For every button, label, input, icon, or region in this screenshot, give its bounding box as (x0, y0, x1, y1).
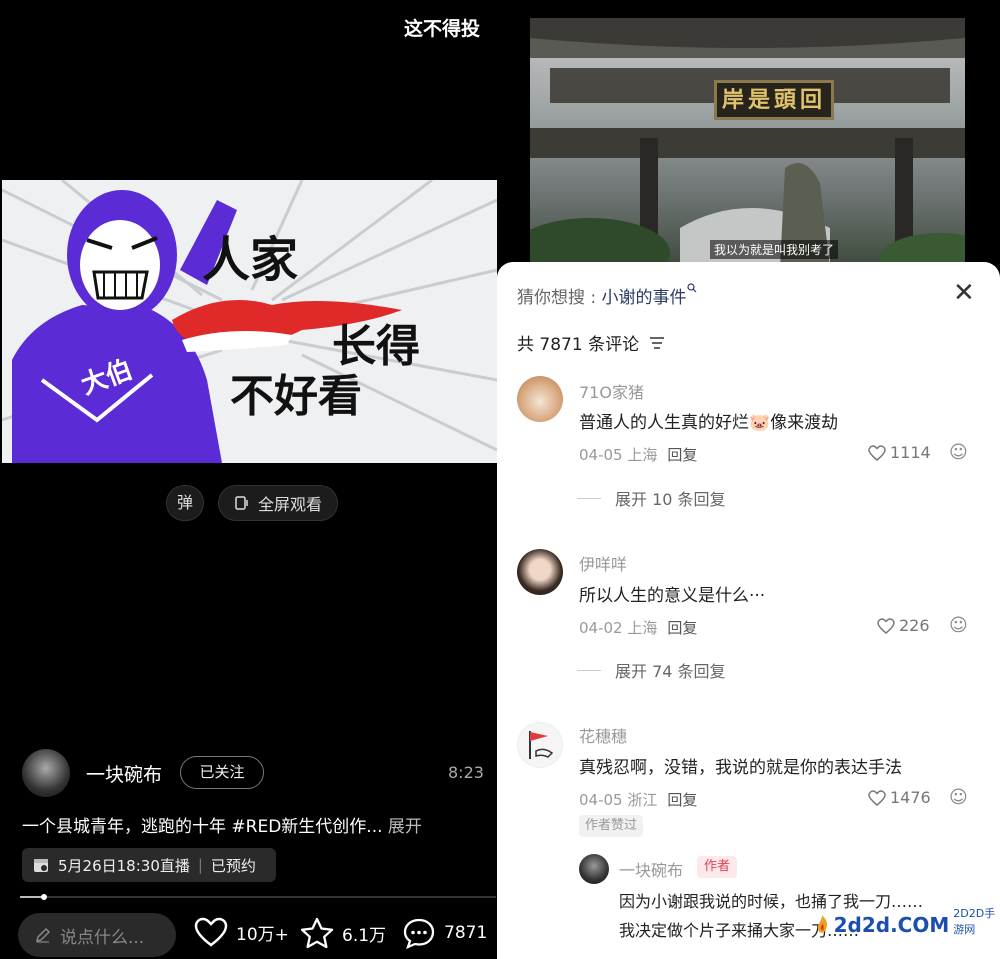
comment-meta: 04-05 上海 回复 (579, 444, 697, 465)
reply-button[interactable]: 回复 (667, 446, 697, 464)
meme-text-line1: 人家 (202, 232, 299, 288)
author-avatar[interactable] (22, 749, 70, 797)
comments-screen: 岸是頭回 我以为就是叫我别考了 猜你想搜 : 小谢的事件 ✕ 共 7871 条评… (497, 0, 1000, 959)
follow-button[interactable]: 已关注 (180, 756, 264, 789)
fullscreen-icon (235, 496, 248, 510)
author-tag: 作者 (697, 856, 738, 878)
calendar-icon (34, 859, 48, 872)
comment-input[interactable]: 说点什么... (18, 913, 176, 957)
video-frame[interactable]: 大伯 人家 长得 不好看 (2, 180, 497, 463)
progress-handle[interactable] (40, 894, 47, 900)
comments-panel: 猜你想搜 : 小谢的事件 ✕ 共 7871 条评论 71O家猪 普通人的人生真的… (497, 262, 1000, 959)
star-icon (300, 917, 334, 949)
danmu-toggle-button[interactable]: 弹 (166, 485, 204, 521)
comment-author[interactable]: 71O家猪 (579, 379, 644, 403)
video-description[interactable]: 一个县城青年，逃跑的十年 #RED新生代创作... 展开 (22, 812, 422, 837)
comment-bubble-icon (403, 918, 435, 949)
favorite-count: 6.1万 (342, 925, 387, 946)
comment-total-label: 共 7871 条评论 (517, 335, 640, 355)
heart-icon (868, 444, 886, 461)
like-count: 10万+ (236, 924, 289, 945)
comment-avatar[interactable] (517, 722, 563, 768)
favorite-button[interactable]: 6.1万 (300, 917, 386, 949)
divider (577, 669, 601, 671)
gate-plaque: 岸是頭回 (714, 80, 834, 120)
divider: | (197, 856, 203, 874)
sort-icon[interactable] (649, 336, 665, 350)
comment-total: 共 7871 条评论 (517, 330, 665, 355)
divider (577, 497, 601, 499)
expand-replies-label: 展开 74 条回复 (615, 662, 726, 681)
reply-author-name[interactable]: 一块碗布 (619, 857, 683, 881)
comment-author[interactable]: 花穗穗 (579, 723, 627, 747)
site-watermark: 2d2d.COM 2D2D手游网 (815, 905, 1000, 937)
comment-avatar[interactable] (517, 549, 563, 595)
watermark-logo-text: 2d2d.COM (833, 913, 950, 937)
reply-button[interactable]: 回复 (667, 791, 697, 809)
comment-like-count: 1114 (890, 443, 931, 462)
heart-icon (868, 789, 886, 806)
comment-meta: 04-05 浙江 回复 (579, 789, 697, 810)
reply-button[interactable]: 回复 (667, 619, 697, 637)
heart-icon (877, 617, 895, 634)
comment-text[interactable]: 普通人的人生真的好烂🐷像来渡劫 (579, 408, 838, 433)
expand-replies-label: 展开 10 条回复 (615, 490, 726, 509)
video-player-screen: 这不得投 大伯 人家 长得 不好看 弹 全屏观看 一块碗布 已关注 8:23 一… (0, 0, 497, 959)
expand-replies[interactable]: 展开 10 条回复 (577, 486, 726, 510)
heart-icon (194, 917, 228, 947)
expand-replies[interactable]: 展开 74 条回复 (577, 658, 726, 682)
comment-meta: 04-02 上海 回复 (579, 617, 697, 638)
expand-description-link[interactable]: 展开 (388, 817, 422, 837)
search-icon (686, 283, 696, 293)
author-name[interactable]: 一块碗布 (86, 760, 162, 787)
emoji-react-icon[interactable]: ☺ (949, 442, 968, 463)
flag-hand-icon (529, 731, 554, 759)
video-frame-gate[interactable]: 岸是頭回 我以为就是叫我别考了 (530, 18, 965, 268)
close-icon[interactable]: ✕ (953, 280, 975, 306)
author-liked-badge: 作者赞过 (579, 815, 644, 837)
video-duration: 8:23 (448, 763, 484, 782)
comment-author[interactable]: 伊咩咩 (579, 551, 627, 575)
comment-like-button[interactable]: 226 (877, 616, 930, 635)
comment-date-location: 04-05 上海 (579, 446, 658, 464)
reservation-status: 已预约 (210, 856, 256, 875)
fullscreen-label: 全屏观看 (257, 495, 322, 514)
video-title: 这不得投 (404, 18, 481, 40)
live-reservation-pill[interactable]: 5月26日18:30直播 | 已预约 (22, 848, 276, 882)
meme-text-line3: 不好看 (230, 371, 362, 422)
reply-author-avatar[interactable] (579, 854, 609, 884)
suggested-search[interactable]: 猜你想搜 : 小谢的事件 (517, 283, 697, 308)
comment-text[interactable]: 真残忍啊，没错，我说的就是你的表达手法 (579, 753, 902, 778)
emoji-react-icon[interactable]: ☺ (949, 615, 968, 636)
comment-like-button[interactable]: 1114 (868, 443, 931, 462)
flame-logo-icon (817, 915, 828, 933)
suggested-search-keyword[interactable]: 小谢的事件 (602, 288, 687, 308)
live-time-label: 5月26日18:30直播 (58, 856, 190, 875)
emoji-react-icon[interactable]: ☺ (949, 787, 968, 808)
comment-button[interactable]: 7871 (402, 917, 487, 949)
comment-like-count: 226 (899, 616, 930, 635)
comment-count: 7871 (444, 923, 488, 943)
watermark-site-name: 2D2D手游网 (953, 907, 996, 936)
comment-like-count: 1476 (890, 788, 931, 807)
pencil-icon (35, 927, 51, 943)
fullscreen-button[interactable]: 全屏观看 (218, 485, 338, 521)
like-button[interactable]: 10万+ (194, 917, 289, 947)
suggested-search-prefix: 猜你想搜 : (517, 288, 602, 308)
comment-input-placeholder: 说点什么... (60, 927, 145, 948)
comment-avatar[interactable] (517, 376, 563, 422)
video-subtitle: 我以为就是叫我别考了 (710, 240, 839, 259)
video-progress-bar[interactable] (20, 894, 496, 900)
comment-like-button[interactable]: 1476 (868, 788, 931, 807)
comment-date-location: 04-02 上海 (579, 619, 658, 637)
description-text: 一个县城青年，逃跑的十年 #RED新生代创作... (22, 817, 383, 837)
comment-date-location: 04-05 浙江 (579, 791, 658, 809)
comment-text[interactable]: 所以人生的意义是什么··· (579, 581, 765, 606)
gate-illustration (530, 18, 965, 268)
